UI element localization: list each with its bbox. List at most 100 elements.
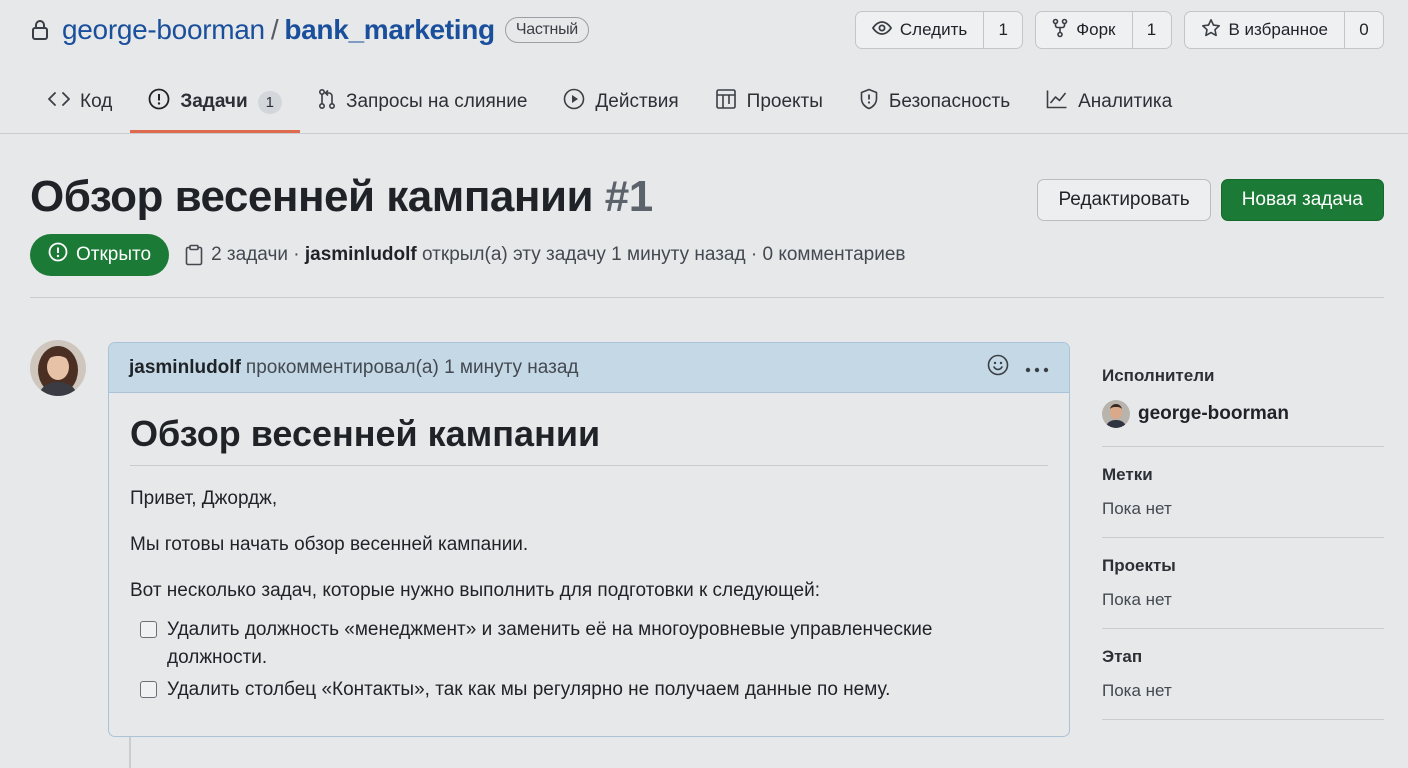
- play-icon: [563, 88, 585, 116]
- tab-label: Код: [80, 91, 113, 112]
- comment-tools: [987, 354, 1049, 382]
- tab-code[interactable]: Код: [30, 76, 130, 128]
- task-item: Удалить столбец «Контакты», так как мы р…: [140, 676, 1048, 704]
- comment-box: jasminludolf прокомментировал(а) 1 минут…: [108, 342, 1070, 737]
- repo-owner-link[interactable]: george-boorman: [62, 14, 265, 46]
- visibility-badge: Частный: [504, 17, 589, 43]
- sidebar-heading[interactable]: Этап: [1102, 647, 1384, 667]
- issue-icon: [148, 88, 170, 116]
- comment-heading: Обзор весенней кампании: [130, 413, 1048, 466]
- comment-paragraph: Вот несколько задач, которые нужно выпол…: [130, 580, 821, 601]
- smiley-icon[interactable]: [987, 354, 1009, 382]
- shield-icon: [859, 88, 879, 116]
- lock-icon: [30, 19, 52, 41]
- graph-icon: [1046, 89, 1068, 115]
- tab-label: Запросы на слияние: [346, 91, 528, 112]
- task-checkbox[interactable]: [140, 621, 157, 638]
- task-item: Удалить должность «менеджмент» и заменит…: [140, 616, 1048, 672]
- issue-open-icon: [48, 242, 68, 268]
- sidebar-value: Пока нет: [1102, 681, 1172, 700]
- assignee-item[interactable]: george-boorman: [1102, 400, 1384, 428]
- tab-insights[interactable]: Аналитика: [1028, 76, 1190, 128]
- star-button[interactable]: В избранное: [1185, 12, 1345, 48]
- fork-button-group: Форк 1: [1035, 11, 1172, 49]
- repo-actions: Следить 1 Форк 1 В избранное 0: [854, 11, 1384, 49]
- sidebar-milestone: Этап Пока нет: [1102, 647, 1384, 720]
- comments-count: 0 комментариев: [762, 244, 906, 265]
- issue-author-link[interactable]: jasminludolf: [305, 244, 417, 265]
- issue-sidebar: Исполнители george-boorman Метки Пока не…: [1102, 360, 1384, 738]
- fork-button[interactable]: Форк: [1036, 12, 1133, 48]
- star-label: В избранное: [1228, 20, 1329, 39]
- opened-text: открыл(а) эту задачу 1 минуту назад: [422, 244, 746, 265]
- tab-projects[interactable]: Проекты: [697, 76, 841, 128]
- fork-label: Форк: [1076, 20, 1116, 39]
- avatar[interactable]: [30, 340, 86, 396]
- state-badge: Открыто: [30, 234, 170, 276]
- meta-dot: ·: [293, 244, 300, 265]
- header-divider: [30, 297, 1384, 298]
- issue-meta-text: 2 задачи · jasminludolf открыл(а) эту за…: [211, 244, 905, 266]
- repo-tabs: Код Задачи 1 Запросы на слияние Действия…: [30, 76, 1190, 134]
- watch-label: Следить: [899, 20, 968, 39]
- star-button-group: В избранное 0: [1183, 11, 1384, 49]
- sidebar-assignees: Исполнители george-boorman: [1102, 366, 1384, 447]
- issue-title-text: Обзор весенней кампании: [30, 172, 594, 221]
- state-label: Открыто: [76, 244, 152, 265]
- comment-header: jasminludolf прокомментировал(а) 1 минут…: [109, 343, 1069, 393]
- issue-title: Обзор весенней кампании #1: [30, 172, 653, 222]
- eye-icon: [871, 20, 892, 41]
- tasklist-icon: [185, 244, 203, 266]
- tasks-count[interactable]: 2 задачи: [211, 244, 288, 265]
- sidebar-projects: Проекты Пока нет: [1102, 556, 1384, 629]
- watch-button-group: Следить 1: [854, 11, 1024, 49]
- repo-separator: /: [270, 14, 279, 45]
- comment-paragraph: Мы готовы начать обзор весенней кампании…: [130, 534, 529, 555]
- tab-issues[interactable]: Задачи 1: [130, 76, 300, 133]
- sidebar-heading[interactable]: Исполнители: [1102, 366, 1384, 386]
- tab-label: Задачи: [180, 91, 248, 112]
- issues-counter: 1: [257, 90, 282, 114]
- assignee-name: george-boorman: [1138, 403, 1289, 424]
- timeline-line: [129, 737, 131, 768]
- task-checkbox[interactable]: [140, 681, 157, 698]
- fork-count[interactable]: 1: [1133, 12, 1171, 48]
- code-icon: [48, 91, 70, 113]
- sidebar-value: Пока нет: [1102, 590, 1172, 609]
- issue-buttons: Редактировать Новая задача: [1037, 179, 1384, 221]
- task-text: Удалить должность «менеджмент» и заменит…: [167, 619, 933, 668]
- comment-author-link[interactable]: jasminludolf: [129, 357, 241, 379]
- watch-count[interactable]: 1: [984, 12, 1022, 48]
- edit-button[interactable]: Редактировать: [1037, 179, 1211, 221]
- assignee-avatar: [1102, 400, 1130, 428]
- task-text: Удалить столбец «Контакты», так как мы р…: [167, 679, 891, 700]
- issue-number: #1: [604, 172, 653, 221]
- sidebar-heading[interactable]: Метки: [1102, 465, 1384, 485]
- table-icon: [715, 88, 737, 116]
- tab-label: Аналитика: [1078, 91, 1173, 112]
- tab-security[interactable]: Безопасность: [841, 76, 1028, 128]
- star-count[interactable]: 0: [1345, 12, 1383, 48]
- fork-icon: [1052, 18, 1068, 43]
- comment-body: Обзор весенней кампании Привет, Джордж, …: [109, 393, 1069, 728]
- sidebar-value: Пока нет: [1102, 499, 1172, 518]
- tab-label: Безопасность: [888, 91, 1011, 112]
- sidebar-heading[interactable]: Проекты: [1102, 556, 1384, 576]
- kebab-menu-icon[interactable]: [1025, 357, 1049, 379]
- pull-request-icon: [318, 88, 336, 116]
- repo-name-link[interactable]: bank_marketing: [284, 14, 495, 46]
- tab-pull-requests[interactable]: Запросы на слияние: [300, 76, 545, 128]
- star-icon: [1201, 18, 1221, 43]
- meta-dot: ·: [750, 244, 758, 265]
- repo-title: george-boorman / bank_marketing Частный: [30, 12, 589, 48]
- tab-label: Действия: [595, 91, 679, 112]
- sidebar-labels: Метки Пока нет: [1102, 465, 1384, 538]
- tab-actions[interactable]: Действия: [545, 76, 696, 128]
- comment-greeting: Привет, Джордж,: [130, 488, 278, 509]
- watch-button[interactable]: Следить: [856, 12, 985, 48]
- issue-meta: Открыто 2 задачи · jasminludolf открыл(а…: [30, 234, 906, 276]
- repo-header: george-boorman / bank_marketing Частный …: [0, 0, 1408, 134]
- comment-action-text: прокомментировал(а) 1 минуту назад: [245, 356, 579, 378]
- tab-label: Проекты: [746, 91, 823, 112]
- new-issue-button[interactable]: Новая задача: [1220, 179, 1384, 221]
